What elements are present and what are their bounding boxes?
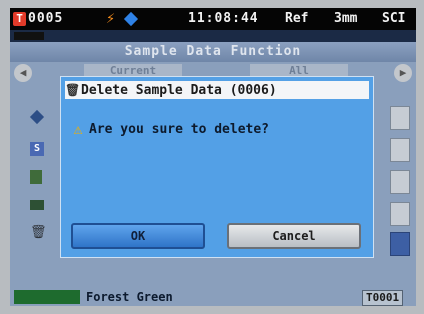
device-frame: T 0005 ⚡ 11:08:44 Ref 3mm SCI Sample Dat… [0,0,424,314]
tag-icon[interactable] [29,109,45,125]
sample-number: 0005 [28,11,64,26]
dialog-message-row: ⚠ Are you sure to delete? [69,121,269,139]
panel-title: Sample Data Function [10,42,416,62]
dialog-title: Delete Sample Data (0006) [81,83,277,98]
status-bar: T 0005 ⚡ 11:08:44 Ref 3mm SCI [10,8,416,30]
screen: T 0005 ⚡ 11:08:44 Ref 3mm SCI Sample Dat… [10,8,416,306]
dialog-title-bar: 🗑Delete Sample Data (0006) [65,81,369,99]
arrow-right-icon[interactable]: ▶ [394,64,412,82]
side-button[interactable] [390,106,410,130]
clock-time: 11:08:44 [188,11,259,26]
mode-label: SCI [382,11,406,26]
color-swatch [14,290,80,304]
side-button[interactable] [390,202,410,226]
side-button[interactable] [390,138,410,162]
bottom-bar: Forest Green T0001 [10,288,416,306]
statistics-icon[interactable]: S [30,142,44,156]
dialog-message: Are you sure to delete? [89,122,270,137]
side-button[interactable] [390,170,410,194]
target-badge: T [13,12,26,26]
cancel-button[interactable]: Cancel [227,223,361,249]
reference-label: Ref [285,11,309,26]
bolt-icon: ⚡ [106,9,116,27]
trash-icon[interactable]: 🗑 [30,226,47,240]
side-button-selected[interactable] [390,232,410,256]
delete-dialog: 🗑Delete Sample Data (0006) ⚠ Are you sure… [60,76,374,258]
aperture-label: 3mm [334,11,358,26]
arrow-left-icon[interactable]: ◀ [14,64,32,82]
background-row [10,30,416,42]
ok-button[interactable]: OK [71,223,205,249]
color-name: Forest Green [86,290,173,304]
background-tag [14,32,44,40]
diamond-icon [123,11,139,27]
target-id-badge: T0001 [362,290,404,306]
book-icon[interactable] [30,170,42,184]
warning-icon: ⚠ [73,120,83,138]
trash-icon: 🗑 [65,83,81,97]
print-icon[interactable] [30,200,44,210]
